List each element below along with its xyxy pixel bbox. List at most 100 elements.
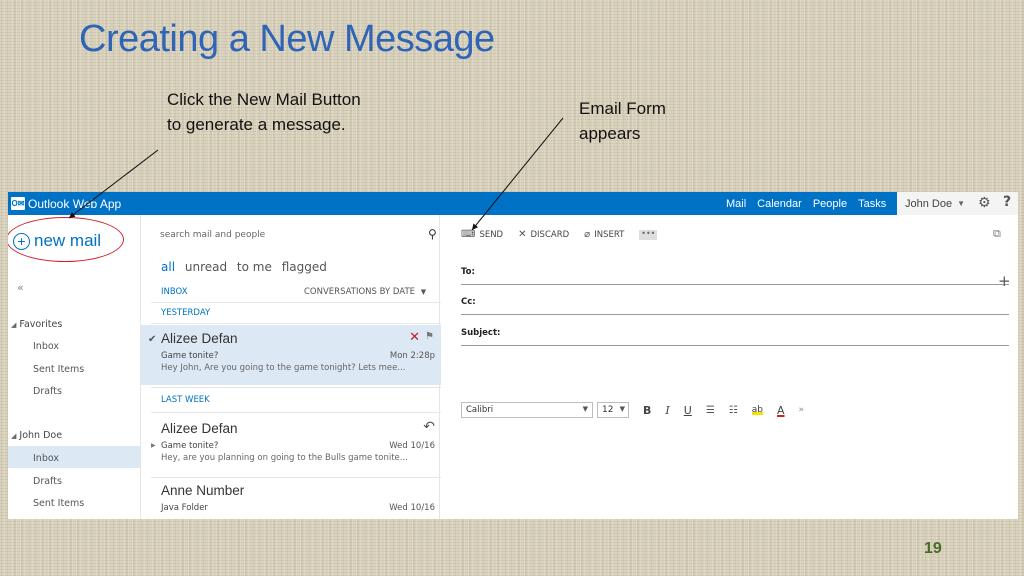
filter-to-me[interactable]: to me — [237, 260, 272, 274]
favorites-item-inbox[interactable]: Inbox — [33, 341, 59, 352]
slide-title: Creating a New Message — [79, 18, 495, 60]
message-preview: Hey John, Are you going to the game toni… — [161, 363, 406, 373]
delete-icon[interactable]: ✕ — [409, 330, 420, 345]
callout-new-mail: Click the New Mail Button to generate a … — [167, 90, 361, 134]
new-mail-button[interactable]: + new mail — [13, 231, 101, 251]
add-recipient-icon[interactable]: + — [998, 272, 1011, 290]
message-subject: Java Folder — [161, 503, 208, 513]
more-options-button[interactable]: ••• — [639, 229, 658, 240]
subject-field[interactable]: Subject: — [461, 328, 1009, 346]
divider — [151, 323, 441, 324]
callout-email-form: Email Form appears — [579, 99, 666, 143]
favorites-item-drafts[interactable]: Drafts — [33, 386, 62, 397]
insert-button[interactable]: ⌀ INSERT — [584, 229, 624, 240]
message-item[interactable]: Anne Number Java Folder Wed 10/16 — [141, 477, 441, 519]
search-input[interactable]: search mail and people — [152, 225, 442, 245]
check-icon[interactable]: ✔ — [148, 334, 156, 345]
account-item-inbox[interactable]: Inbox — [33, 453, 59, 464]
popout-icon[interactable]: ⧉ — [993, 227, 1001, 241]
numbered-list-icon[interactable]: ☷ — [729, 405, 738, 416]
gear-icon[interactable]: ⚙ — [978, 195, 991, 211]
compose-form: ⌨ SEND ✕ DISCARD ⌀ INSERT ••• ⧉ To: + Cc… — [448, 215, 1018, 519]
app-brand[interactable]: O✉ Outlook Web App — [8, 197, 121, 211]
message-list-pane: search mail and people ⚲ all unread to m… — [140, 215, 442, 519]
user-name: John Doe — [905, 197, 953, 210]
account-label: John Doe — [19, 430, 63, 441]
font-family-select[interactable]: Calibri ▼ — [461, 402, 593, 418]
nav-tasks[interactable]: Tasks — [858, 198, 886, 210]
formatting-toolbar: Calibri ▼ 12 ▼ B I U ☰ ☷ ab A » — [461, 402, 804, 418]
slide-number: 19 — [924, 540, 942, 557]
flag-icon[interactable]: ⚑ — [425, 331, 434, 342]
filter-flagged[interactable]: flagged — [282, 260, 327, 274]
message-item[interactable]: ✔ Alizee Defan ✕ ⚑ Game tonite? Mon 2:28… — [141, 325, 441, 385]
expand-toolbar-icon[interactable]: » — [799, 405, 805, 415]
collapse-pane-icon[interactable]: « — [17, 281, 24, 294]
top-navigation: Mail Calendar People Tasks — [726, 192, 897, 215]
filter-unread[interactable]: unread — [185, 260, 227, 274]
plus-circle-icon: + — [13, 232, 30, 250]
send-button[interactable]: ⌨ SEND — [461, 229, 503, 240]
favorites-label: Favorites — [19, 319, 63, 330]
nav-calendar[interactable]: Calendar — [757, 198, 802, 210]
sort-dropdown[interactable]: CONVERSATIONS BY DATE ▼ — [304, 287, 426, 297]
message-item[interactable]: Alizee Defan ↶ ▶ Game tonite? Wed 10/16 … — [141, 415, 441, 475]
nav-people[interactable]: People — [813, 198, 847, 210]
font-family-value: Calibri — [466, 405, 494, 415]
chevron-down-icon: ▼ — [957, 199, 966, 208]
group-header-yesterday: YESTERDAY — [161, 308, 211, 318]
message-sender: Alizee Defan — [161, 421, 238, 436]
divider — [151, 387, 441, 388]
nav-mail[interactable]: Mail — [726, 198, 746, 210]
group-header-last-week: LAST WEEK — [161, 395, 210, 405]
sort-label: CONVERSATIONS BY DATE — [304, 287, 416, 297]
message-date: Wed 10/16 — [389, 503, 435, 513]
collapse-triangle-icon: ◢ — [11, 432, 17, 440]
account-item-sent-items[interactable]: Sent Items — [33, 498, 84, 509]
reply-icon: ↶ — [423, 419, 435, 435]
cc-field[interactable]: Cc: — [461, 297, 1009, 315]
search-icon[interactable]: ⚲ — [428, 227, 437, 241]
discard-label: DISCARD — [530, 229, 570, 240]
chevron-down-icon: ▼ — [420, 288, 427, 296]
highlight-icon[interactable]: ab — [751, 405, 763, 415]
close-icon: ✕ — [518, 229, 527, 240]
collapse-triangle-icon: ◢ — [11, 321, 17, 329]
message-date: Wed 10/16 — [389, 441, 435, 451]
to-label: To: — [461, 267, 475, 277]
selected-folder-highlight — [8, 446, 140, 468]
filter-bar: all unread to me flagged — [161, 260, 333, 274]
discard-button[interactable]: ✕ DISCARD — [518, 229, 569, 240]
account-item-drafts[interactable]: Drafts — [33, 476, 62, 487]
favorites-item-sent-items[interactable]: Sent Items — [33, 364, 84, 375]
favorites-header[interactable]: ◢ Favorites — [11, 319, 62, 330]
paperclip-icon: ⌀ — [584, 229, 591, 240]
cc-label: Cc: — [461, 297, 476, 307]
app-brand-label: Outlook Web App — [28, 196, 122, 211]
divider — [151, 302, 441, 303]
font-color-icon[interactable]: A — [777, 404, 785, 417]
chevron-down-icon: ▼ — [582, 405, 588, 413]
account-header[interactable]: ◢ John Doe — [11, 430, 62, 441]
outlook-logo-icon: O✉ — [11, 197, 25, 210]
divider — [151, 412, 441, 413]
folder-pane: + new mail « ◢ Favorites Inbox Sent Items… — [8, 215, 140, 519]
user-menu[interactable]: John Doe ▼ — [897, 192, 973, 215]
chevron-down-icon: ▼ — [619, 405, 625, 413]
message-subject: Game tonite? — [161, 441, 219, 451]
bold-icon[interactable]: B — [643, 404, 651, 417]
outlook-web-app-window: O✉ Outlook Web App Mail Calendar People … — [8, 192, 1018, 519]
font-size-select[interactable]: 12 ▼ — [597, 402, 629, 418]
message-subject: Game tonite? — [161, 351, 219, 361]
message-sender: Anne Number — [161, 483, 245, 498]
italic-icon[interactable]: I — [665, 404, 669, 417]
help-icon[interactable]: ? — [1003, 194, 1011, 210]
to-field[interactable]: To: — [461, 267, 1009, 285]
expand-triangle-icon[interactable]: ▶ — [151, 442, 156, 449]
send-icon: ⌨ — [461, 229, 476, 240]
folder-label: INBOX — [161, 287, 188, 297]
bullet-list-icon[interactable]: ☰ — [706, 405, 715, 416]
insert-label: INSERT — [594, 229, 625, 240]
underline-icon[interactable]: U — [684, 404, 692, 417]
filter-all[interactable]: all — [161, 260, 175, 274]
